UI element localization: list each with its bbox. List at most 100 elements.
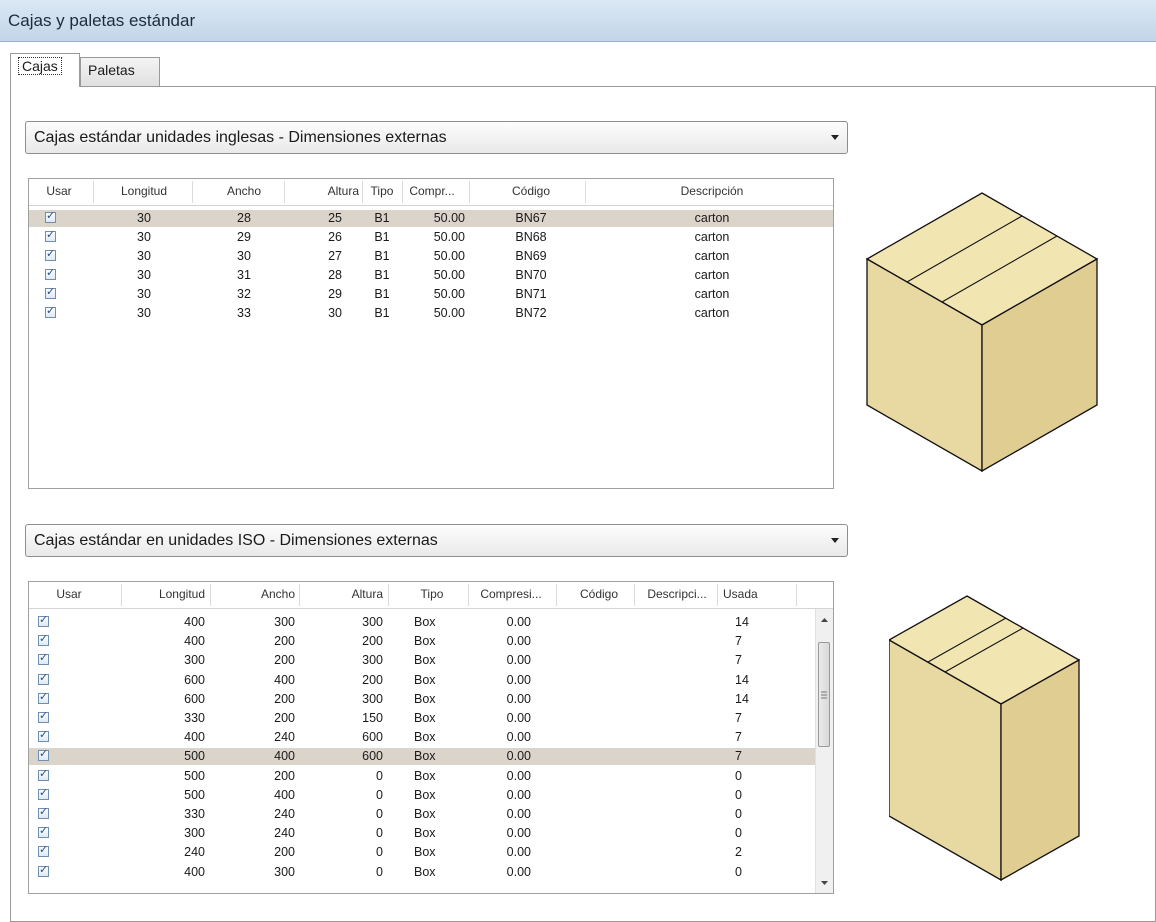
cell-codigo: BN68 <box>515 230 547 244</box>
col-separator <box>299 584 300 606</box>
col-header-compresion[interactable]: Compresi... <box>471 587 551 601</box>
usar-checkbox[interactable] <box>38 709 49 723</box>
table-row[interactable]: 240 200 0 Box 0.00 2 <box>29 843 816 861</box>
col-header-compr[interactable]: Compr... <box>405 184 459 198</box>
scrollbar-thumb[interactable] <box>818 642 830 747</box>
english-table-header: Usar Longitud Ancho Altura Tipo Compr...… <box>29 179 833 206</box>
table-row[interactable]: 30 31 28 B1 50.00 BN70 carton <box>29 266 833 284</box>
usar-checkbox[interactable] <box>45 228 56 242</box>
col-separator <box>402 181 403 203</box>
cell-altura: 25 <box>328 211 342 225</box>
usar-checkbox[interactable] <box>45 304 56 318</box>
col-separator <box>284 181 285 203</box>
iso-table-scrollbar[interactable] <box>815 609 833 893</box>
table-row[interactable]: 30 28 25 B1 50.00 BN67 carton <box>29 209 833 227</box>
table-row[interactable]: 30 29 26 B1 50.00 BN68 carton <box>29 228 833 246</box>
cell-codigo: BN71 <box>515 287 547 301</box>
col-header-descripcion[interactable]: Descripci... <box>637 587 717 601</box>
table-row[interactable]: 400 300 300 Box 0.00 14 <box>29 613 816 631</box>
cell-altura: 26 <box>328 230 342 244</box>
iso-units-dropdown[interactable]: Cajas estándar en unidades ISO - Dimensi… <box>25 524 848 557</box>
table-row[interactable]: 500 400 0 Box 0.00 0 <box>29 786 816 804</box>
cell-usada: 0 <box>735 787 742 802</box>
scroll-down-icon[interactable] <box>816 874 833 891</box>
usar-checkbox[interactable] <box>38 786 49 800</box>
cell-usada: 0 <box>735 807 742 821</box>
table-row[interactable]: 330 200 150 Box 0.00 7 <box>29 709 816 727</box>
tab-paletas-label: Paletas <box>88 62 135 78</box>
table-row[interactable]: 400 240 600 Box 0.00 7 <box>29 728 816 746</box>
col-header-ancho[interactable]: Ancho <box>215 587 295 601</box>
cell-ancho: 200 <box>274 845 295 860</box>
cell-tipo: Box <box>414 691 436 706</box>
cell-altura: 600 <box>362 749 383 764</box>
iso-boxes-table[interactable]: Usar Longitud Ancho Altura Tipo Compresi… <box>28 581 834 894</box>
usar-checkbox[interactable] <box>45 266 56 280</box>
usar-checkbox[interactable] <box>38 843 49 858</box>
tab-cajas[interactable]: Cajas <box>10 53 80 87</box>
cell-compr: 0.00 <box>506 672 531 687</box>
usar-checkbox[interactable] <box>38 767 49 781</box>
cell-ancho: 200 <box>274 768 295 783</box>
english-units-dropdown[interactable]: Cajas estándar unidades inglesas - Dimen… <box>25 121 848 154</box>
col-header-tipo[interactable]: Tipo <box>392 587 472 601</box>
cell-longitud: 300 <box>184 826 205 841</box>
tab-paletas[interactable]: Paletas <box>80 57 160 86</box>
col-header-altura[interactable]: Altura <box>303 587 383 601</box>
cell-altura: 28 <box>328 268 342 282</box>
usar-checkbox[interactable] <box>38 632 49 647</box>
col-header-codigo[interactable]: Código <box>559 587 639 601</box>
usar-checkbox[interactable] <box>38 747 49 762</box>
usar-checkbox[interactable] <box>38 824 49 839</box>
table-row[interactable]: 30 33 30 B1 50.00 BN72 carton <box>29 304 833 322</box>
cell-usada: 7 <box>735 653 742 668</box>
table-row[interactable]: 600 200 300 Box 0.00 14 <box>29 690 816 708</box>
cell-longitud: 30 <box>137 230 151 244</box>
table-row[interactable]: 30 32 29 B1 50.00 BN71 carton <box>29 285 833 303</box>
usar-checkbox[interactable] <box>38 651 49 666</box>
table-row[interactable]: 30 30 27 B1 50.00 BN69 carton <box>29 247 833 265</box>
table-row[interactable]: 500 400 600 Box 0.00 7 <box>29 747 816 766</box>
table-row[interactable]: 300 240 0 Box 0.00 0 <box>29 824 816 842</box>
usar-checkbox[interactable] <box>45 247 56 261</box>
english-boxes-table[interactable]: Usar Longitud Ancho Altura Tipo Compr...… <box>28 178 834 489</box>
col-header-longitud[interactable]: Longitud <box>125 587 205 601</box>
col-header-descripcion[interactable]: Descripción <box>589 184 833 198</box>
cell-tipo: Box <box>414 672 436 687</box>
table-row[interactable]: 400 200 200 Box 0.00 7 <box>29 632 816 650</box>
cell-altura: 0 <box>376 787 383 802</box>
usar-checkbox[interactable] <box>38 728 49 743</box>
cell-tipo: Box <box>414 787 436 802</box>
title-bar: Cajas y paletas estándar <box>0 0 1156 42</box>
cell-compr: 50.00 <box>433 268 465 282</box>
cell-usada: 0 <box>735 826 742 841</box>
col-header-tipo[interactable]: Tipo <box>364 184 400 198</box>
cell-tipo: Box <box>414 749 436 764</box>
table-row[interactable]: 600 400 200 Box 0.00 14 <box>29 671 816 689</box>
usar-checkbox[interactable] <box>38 613 49 627</box>
table-row[interactable]: 300 200 300 Box 0.00 7 <box>29 651 816 669</box>
col-header-altura[interactable]: Altura <box>299 184 359 198</box>
cell-tipo: Box <box>414 807 436 821</box>
cell-longitud: 400 <box>184 864 205 879</box>
col-header-codigo[interactable]: Código <box>479 184 583 198</box>
usar-checkbox[interactable] <box>38 863 49 877</box>
col-header-ancho[interactable]: Ancho <box>199 184 289 198</box>
col-header-usar[interactable]: Usar <box>29 587 109 601</box>
col-header-usada[interactable]: Usada <box>719 587 783 601</box>
cell-compr: 0.00 <box>506 634 531 649</box>
usar-checkbox[interactable] <box>45 209 56 223</box>
usar-checkbox[interactable] <box>38 805 49 819</box>
usar-checkbox[interactable] <box>45 285 56 299</box>
usar-checkbox[interactable] <box>38 690 49 704</box>
cell-longitud: 500 <box>184 787 205 802</box>
cell-descripcion: carton <box>694 306 730 320</box>
col-header-longitud[interactable]: Longitud <box>99 184 189 198</box>
col-header-usar[interactable]: Usar <box>29 184 89 198</box>
scroll-up-icon[interactable] <box>816 611 833 628</box>
usar-checkbox[interactable] <box>38 671 49 685</box>
cell-longitud: 30 <box>137 287 151 301</box>
table-row[interactable]: 400 300 0 Box 0.00 0 <box>29 863 816 881</box>
table-row[interactable]: 500 200 0 Box 0.00 0 <box>29 767 816 785</box>
table-row[interactable]: 330 240 0 Box 0.00 0 <box>29 805 816 823</box>
